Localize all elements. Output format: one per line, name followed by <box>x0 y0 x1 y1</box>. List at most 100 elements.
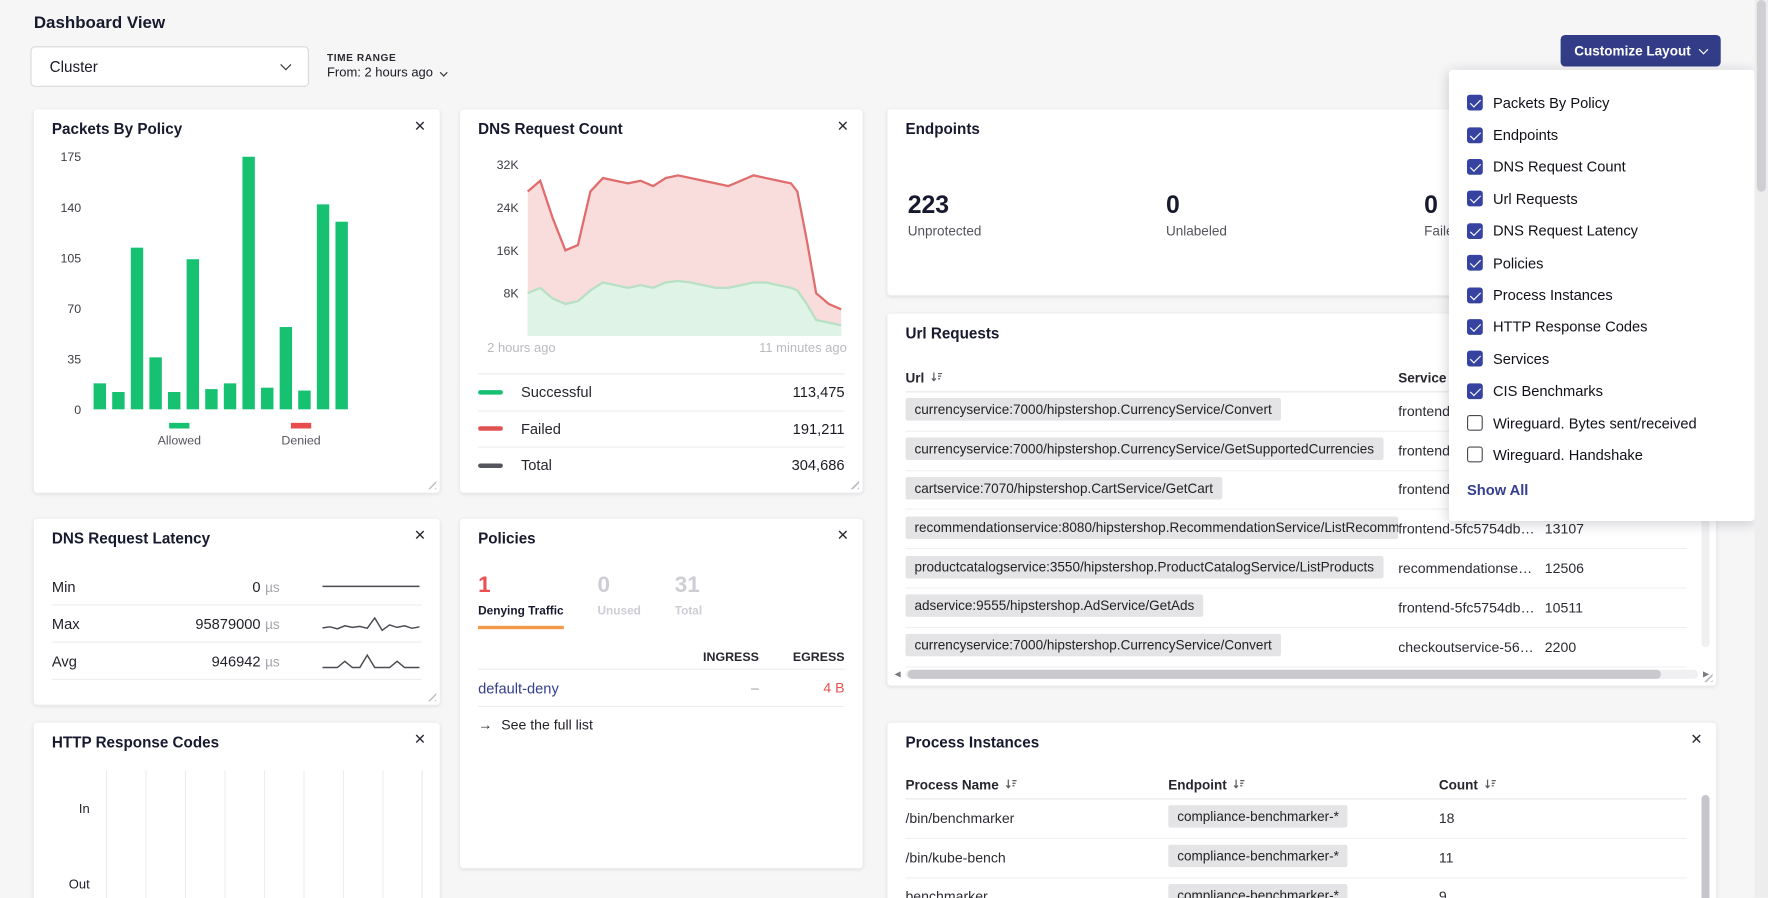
menu-item-packets-by-policy[interactable]: Packets By Policy <box>1467 87 1736 119</box>
bar <box>149 357 161 409</box>
chevron-down-icon <box>1700 45 1709 54</box>
card-title: Process Instances <box>905 734 1039 751</box>
card-title: DNS Request Latency <box>52 530 210 547</box>
card-title: Url Requests <box>905 325 999 342</box>
close-icon[interactable]: ✕ <box>837 118 849 133</box>
bar <box>280 327 292 409</box>
menu-item-services[interactable]: Services <box>1467 343 1736 375</box>
checkbox-unchecked-icon[interactable] <box>1467 415 1483 431</box>
tab-label: Unused <box>597 604 640 618</box>
sort-icon[interactable] <box>1232 778 1244 790</box>
menu-item-dns-request-count[interactable]: DNS Request Count <box>1467 151 1736 183</box>
checkbox-checked-icon[interactable] <box>1467 191 1483 207</box>
checkbox-checked-icon[interactable] <box>1467 383 1483 399</box>
time-range-value[interactable]: From: 2 hours ago <box>327 67 446 81</box>
close-icon[interactable]: ✕ <box>414 118 426 133</box>
see-full-list-link[interactable]: → See the full list <box>478 717 593 733</box>
url-pill: adservice:9555/hipstershop.AdService/Get… <box>905 595 1203 618</box>
customize-layout-button[interactable]: Customize Layout <box>1561 35 1721 67</box>
close-icon[interactable]: ✕ <box>414 528 426 543</box>
menu-item-cis-benchmarks[interactable]: CIS Benchmarks <box>1467 375 1736 407</box>
menu-item-wireguard-handshake[interactable]: Wireguard. Handshake <box>1467 439 1736 471</box>
latency-row-avg: Avg946942µs <box>52 643 422 680</box>
menu-item-label: Wireguard. Bytes sent/received <box>1493 414 1697 431</box>
scrollbar-thumb[interactable] <box>1757 0 1766 192</box>
legend-label: Denied <box>281 433 320 447</box>
table-row[interactable]: currencyservice:7000/hipstershop.Currenc… <box>905 628 1686 667</box>
column-header-process-name[interactable]: Process Name <box>905 776 1168 792</box>
latency-value: 95879000µs <box>111 615 280 632</box>
policies-tab-unused[interactable]: 0Unused <box>597 573 640 629</box>
endpoint-pill: compliance-benchmarker-* <box>1168 884 1348 898</box>
svg-text:24K: 24K <box>497 201 520 215</box>
menu-item-wireguard-bytes-sent-received[interactable]: Wireguard. Bytes sent/received <box>1467 407 1736 439</box>
resize-handle[interactable] <box>849 479 859 489</box>
resize-handle[interactable] <box>426 691 436 701</box>
policy-ingress-value: – <box>673 680 759 696</box>
url-pill: currencyservice:7000/hipstershop.Currenc… <box>905 398 1280 421</box>
horizontal-scrollbar[interactable]: ◀ ▶ <box>892 668 1712 682</box>
column-header-endpoint[interactable]: Endpoint <box>1168 776 1439 792</box>
table-row[interactable]: /bin/benchmarkercompliance-benchmarker-*… <box>905 799 1686 838</box>
endpoint-cell: compliance-benchmarker-* <box>1168 884 1439 898</box>
sort-icon[interactable] <box>1484 778 1496 790</box>
view-selector[interactable]: Cluster <box>30 46 309 87</box>
menu-item-url-requests[interactable]: Url Requests <box>1467 183 1736 215</box>
page-scrollbar[interactable] <box>1755 0 1768 898</box>
bar <box>168 392 180 409</box>
checkbox-checked-icon[interactable] <box>1467 159 1483 175</box>
vertical-scrollbar[interactable] <box>1702 795 1710 898</box>
checkbox-unchecked-icon[interactable] <box>1467 447 1483 463</box>
table-row[interactable]: adservice:9555/hipstershop.AdService/Get… <box>905 589 1686 628</box>
menu-item-process-instances[interactable]: Process Instances <box>1467 279 1736 311</box>
latency-rows: Min0µsMax95879000µsAvg946942µs <box>52 568 422 680</box>
column-header-ingress: INGRESS <box>673 650 759 664</box>
table-row[interactable]: /bin/kube-benchcompliance-benchmarker-*1… <box>905 839 1686 878</box>
checkbox-checked-icon[interactable] <box>1467 287 1483 303</box>
checkbox-checked-icon[interactable] <box>1467 319 1483 335</box>
dns-area-chart: 8K16K24K32K <box>478 141 850 344</box>
checkbox-checked-icon[interactable] <box>1467 95 1483 111</box>
latency-number: 0 <box>252 578 260 595</box>
process-name-cell: /bin/kube-bench <box>905 850 1168 866</box>
close-icon[interactable]: ✕ <box>837 528 849 543</box>
close-icon[interactable]: ✕ <box>414 732 426 747</box>
table-row[interactable]: productcatalogservice:3550/hipstershop.P… <box>905 549 1686 588</box>
menu-item-http-response-codes[interactable]: HTTP Response Codes <box>1467 311 1736 343</box>
packets-by-policy-card: Packets By Policy ✕ 03570105140175Allowe… <box>34 109 440 492</box>
policies-table-header: INGRESSEGRESS <box>478 645 844 670</box>
menu-item-label: HTTP Response Codes <box>1493 318 1648 335</box>
sort-icon[interactable] <box>930 371 942 383</box>
customize-layout-label: Customize Layout <box>1574 43 1691 59</box>
scrollbar-thumb[interactable] <box>908 670 1661 679</box>
count-cell: 9 <box>1439 889 1687 898</box>
service-cell: checkoutservice-56… <box>1398 639 1545 655</box>
policy-name-link[interactable]: default-deny <box>478 679 673 696</box>
scrollbar-track[interactable] <box>905 670 1698 679</box>
metric-value: 0 <box>1166 191 1424 220</box>
policies-tab-denying-traffic[interactable]: 1Denying Traffic <box>478 573 564 629</box>
checkbox-checked-icon[interactable] <box>1467 255 1483 271</box>
menu-item-policies[interactable]: Policies <box>1467 247 1736 279</box>
checkbox-checked-icon[interactable] <box>1467 351 1483 367</box>
column-header-url[interactable]: Url <box>905 369 1398 385</box>
see-full-list-label: See the full list <box>501 717 593 733</box>
scroll-left-icon[interactable]: ◀ <box>892 670 903 679</box>
column-header-count[interactable]: Count <box>1439 776 1687 792</box>
menu-item-label: Packets By Policy <box>1493 94 1610 111</box>
latency-sparkline <box>320 649 421 672</box>
table-row[interactable]: benchmarkercompliance-benchmarker-*9 <box>905 878 1686 898</box>
close-icon[interactable]: ✕ <box>1690 732 1702 747</box>
url-pill: recommendationservice:8080/hipstershop.R… <box>905 516 1398 539</box>
show-all-link[interactable]: Show All <box>1467 481 1736 498</box>
menu-item-dns-request-latency[interactable]: DNS Request Latency <box>1467 215 1736 247</box>
checkbox-checked-icon[interactable] <box>1467 223 1483 239</box>
resize-handle[interactable] <box>426 479 436 489</box>
scrollbar-thumb[interactable] <box>1702 795 1710 898</box>
policies-tab-total[interactable]: 31Total <box>675 573 702 629</box>
menu-item-endpoints[interactable]: Endpoints <box>1467 119 1736 151</box>
svg-text:0: 0 <box>74 403 81 417</box>
sort-icon[interactable] <box>1004 778 1016 790</box>
time-range-text: From: 2 hours ago <box>327 67 433 81</box>
checkbox-checked-icon[interactable] <box>1467 127 1483 143</box>
